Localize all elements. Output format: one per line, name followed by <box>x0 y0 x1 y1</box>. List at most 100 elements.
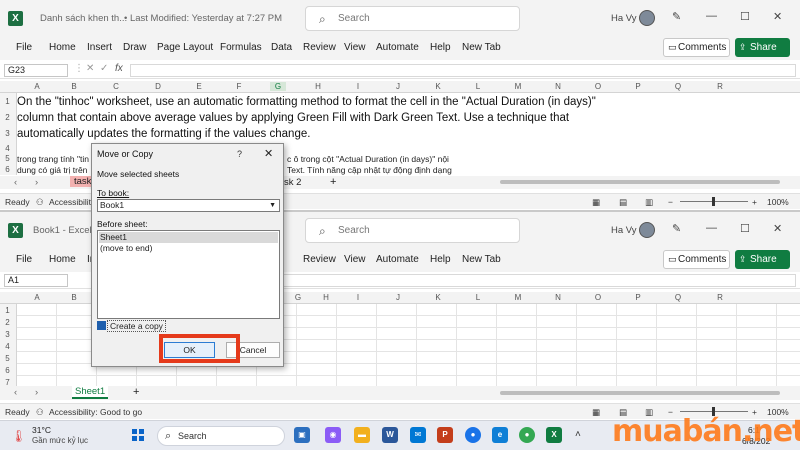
menu-home[interactable]: Home <box>49 42 76 53</box>
menu-help[interactable]: Help <box>430 42 451 53</box>
create-copy-label[interactable]: Create a copy <box>107 320 166 332</box>
col-l[interactable]: L <box>470 293 486 302</box>
row-3[interactable]: 3 <box>0 129 15 138</box>
taskbar-search[interactable]: ⌕ Search <box>157 426 285 446</box>
pen-icon[interactable]: ✎ <box>672 10 681 23</box>
minimize-icon[interactable]: — <box>706 222 717 234</box>
share-button[interactable]: ⇪ Share <box>735 38 790 57</box>
col-g[interactable]: G <box>290 293 306 302</box>
zoom-out-icon[interactable]: − <box>668 197 673 207</box>
menu-home[interactable]: Home <box>49 254 76 265</box>
task-instruction[interactable]: On the "tinhoc" worksheet, use an automa… <box>17 94 596 142</box>
search-box[interactable]: ⌕ Search <box>305 6 520 31</box>
chrome-profile-icon[interactable]: ● <box>519 427 535 443</box>
word-icon[interactable]: W <box>382 427 398 443</box>
zoom-in-icon[interactable]: + <box>752 197 757 207</box>
col-m[interactable]: M <box>510 293 526 302</box>
col-b[interactable]: B <box>66 82 82 91</box>
col-k[interactable]: K <box>430 293 446 302</box>
row-5[interactable]: 5 <box>0 354 15 363</box>
edge-icon[interactable]: e <box>492 427 508 443</box>
name-box[interactable]: A1 <box>4 274 68 287</box>
task-view-icon[interactable]: ▣ <box>294 427 310 443</box>
formula-input[interactable] <box>130 64 796 77</box>
menu-new-tab[interactable]: New Tab <box>462 42 501 53</box>
menu-new-tab[interactable]: New Tab <box>462 254 501 265</box>
col-n[interactable]: N <box>550 82 566 91</box>
row-6[interactable]: 6 <box>0 366 15 375</box>
normal-view-icon[interactable]: ▦ <box>592 407 600 418</box>
page-layout-icon[interactable]: ▤ <box>619 197 627 208</box>
minimize-icon[interactable]: — <box>706 10 717 22</box>
row-4[interactable]: 4 <box>0 144 15 153</box>
close-icon[interactable]: ✕ <box>773 222 782 235</box>
scroll-right-icon[interactable]: › <box>35 387 38 398</box>
menu-view[interactable]: View <box>344 254 366 265</box>
horizontal-scrollbar[interactable] <box>500 180 780 184</box>
col-a[interactable]: A <box>29 82 45 91</box>
col-l[interactable]: L <box>470 82 486 91</box>
chevron-up-icon[interactable]: ˄ <box>575 429 581 440</box>
name-box[interactable]: G23 <box>4 64 68 77</box>
col-p[interactable]: P <box>630 293 646 302</box>
menu-help[interactable]: Help <box>430 254 451 265</box>
row-1[interactable]: 1 <box>0 97 15 106</box>
col-p[interactable]: P <box>630 82 646 91</box>
status-accessibility[interactable]: Accessibility: Good to go <box>49 407 142 417</box>
row-1[interactable]: 1 <box>0 306 15 315</box>
col-o[interactable]: O <box>590 82 606 91</box>
avatar[interactable] <box>639 222 655 238</box>
powerpoint-icon[interactable]: P <box>437 427 453 443</box>
menu-file[interactable]: File <box>16 254 32 265</box>
col-h[interactable]: H <box>310 82 326 91</box>
menu-data[interactable]: Data <box>271 42 292 53</box>
col-d[interactable]: D <box>150 82 166 91</box>
maximize-icon[interactable]: ☐ <box>740 222 750 235</box>
chrome-icon[interactable]: ● <box>465 427 481 443</box>
col-r[interactable]: R <box>712 293 728 302</box>
menu-page-layout[interactable]: Page Layout <box>157 42 213 53</box>
col-j[interactable]: J <box>390 293 406 302</box>
col-q[interactable]: Q <box>670 82 686 91</box>
weather-desc[interactable]: Gần mức kỷ lục <box>32 436 88 445</box>
zoom-slider-thumb[interactable] <box>712 197 715 206</box>
file-explorer-icon[interactable]: ▬ <box>354 427 370 443</box>
col-m[interactable]: M <box>510 82 526 91</box>
chat-icon[interactable]: ◉ <box>325 427 341 443</box>
enter-icon[interactable]: ✓ <box>100 63 108 74</box>
menu-automate[interactable]: Automate <box>376 254 419 265</box>
share-button[interactable]: ⇪ Share <box>735 250 790 269</box>
menu-file[interactable]: File <box>16 42 32 53</box>
col-q[interactable]: Q <box>670 293 686 302</box>
menu-review[interactable]: Review <box>303 254 336 265</box>
cancel-icon[interactable]: ✕ <box>86 63 94 74</box>
search-box[interactable]: ⌕ Search <box>305 218 520 243</box>
fx-icon[interactable]: fx <box>115 63 123 74</box>
row-2[interactable]: 2 <box>0 113 15 122</box>
menu-draw[interactable]: Draw <box>123 42 146 53</box>
row-3[interactable]: 3 <box>0 330 15 339</box>
menu-automate[interactable]: Automate <box>376 42 419 53</box>
page-break-icon[interactable]: ▥ <box>645 197 653 208</box>
row-6[interactable]: 6 <box>0 165 15 174</box>
row-4[interactable]: 4 <box>0 342 15 351</box>
sheet-tab-sheet1[interactable]: Sheet1 <box>72 386 109 399</box>
col-g[interactable]: G <box>270 82 286 91</box>
scroll-left-icon[interactable]: ‹ <box>14 387 17 398</box>
col-o[interactable]: O <box>590 293 606 302</box>
col-a[interactable]: A <box>29 293 45 302</box>
create-copy-checkbox[interactable] <box>97 321 106 330</box>
menu-formulas[interactable]: Formulas <box>220 42 262 53</box>
comments-button[interactable]: ▭ Comments <box>663 250 730 269</box>
to-book-select[interactable]: Book1 ▼ <box>97 199 280 212</box>
comments-button[interactable]: ▭ Comments <box>663 38 730 57</box>
avatar[interactable] <box>639 10 655 26</box>
row-2[interactable]: 2 <box>0 318 15 327</box>
menu-view[interactable]: View <box>344 42 366 53</box>
col-r[interactable]: R <box>712 82 728 91</box>
dialog-close-icon[interactable]: ✕ <box>264 147 273 160</box>
zoom-level[interactable]: 100% <box>767 197 789 207</box>
col-n[interactable]: N <box>550 293 566 302</box>
col-i[interactable]: I <box>350 82 366 91</box>
col-e[interactable]: E <box>191 82 207 91</box>
